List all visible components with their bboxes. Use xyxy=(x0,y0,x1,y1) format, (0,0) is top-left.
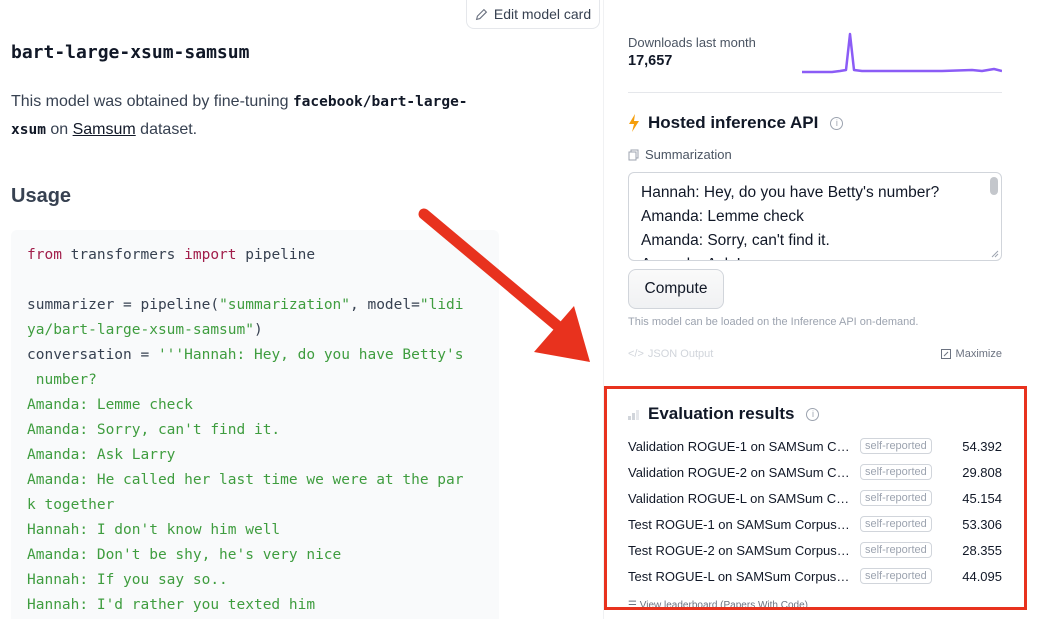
code-text: summarizer = pipeline( xyxy=(27,297,220,313)
model-card-title: bart-large-xsum-samsum xyxy=(11,42,250,63)
edit-model-card-button[interactable]: Edit model card xyxy=(466,0,600,29)
compute-button[interactable]: Compute xyxy=(628,269,724,309)
desc-prefix: This model was obtained by fine-tuning xyxy=(11,93,293,110)
task-name: Summarization xyxy=(645,147,732,162)
code-string: Hannah: I'd rather you texted him xyxy=(27,597,316,613)
code-string: "summarization" xyxy=(219,297,351,313)
inference-api-header: Hosted inference API i xyxy=(628,113,844,133)
input-line: Hannah: Hey, do you have Betty's number? xyxy=(641,184,940,201)
textarea-scrollbar[interactable] xyxy=(990,177,998,195)
task-label: Summarization xyxy=(628,147,732,162)
code-string: Amanda: Ask Larry xyxy=(27,447,176,463)
code-text: conversation = xyxy=(27,347,158,363)
code-string: Amanda: Sorry, can't find it. xyxy=(27,422,281,438)
input-line: Amanda: Sorry, can't find it. xyxy=(641,232,830,249)
code-keyword: from xyxy=(27,247,62,263)
code-string: Amanda: He called her last time we were … xyxy=(27,472,464,488)
code-keyword: import xyxy=(184,247,237,263)
downloads-value: 17,657 xyxy=(628,53,673,69)
code-string: k together xyxy=(27,497,115,513)
inference-note: This model can be loaded on the Inferenc… xyxy=(628,316,919,328)
edit-model-card-label: Edit model card xyxy=(493,6,592,22)
info-icon[interactable]: i xyxy=(830,116,844,130)
usage-heading: Usage xyxy=(11,185,72,207)
samsum-dataset-link[interactable]: Samsum xyxy=(73,121,136,138)
lightning-icon xyxy=(629,114,639,132)
code-text: pipeline xyxy=(236,247,316,263)
code-string: ya/bart-large-xsum-samsum" xyxy=(27,322,254,338)
copy-icon xyxy=(628,149,639,160)
desc-suffix: dataset. xyxy=(135,121,198,138)
code-string: Amanda: Lemme check xyxy=(27,397,193,413)
downloads-label: Downloads last month xyxy=(628,35,756,50)
downloads-sparkline xyxy=(802,32,1002,74)
code-text: transformers xyxy=(61,247,185,263)
code-string: number? xyxy=(27,372,97,388)
section-divider xyxy=(628,92,1002,93)
input-line: Amanda: Lemme check xyxy=(641,208,804,225)
resize-handle-icon[interactable] xyxy=(991,250,999,258)
red-arrow-annotation xyxy=(418,208,590,362)
json-output-toggle[interactable]: </> JSON Output xyxy=(628,348,713,360)
code-string: Amanda: Don't be shy, he's very nice xyxy=(27,547,342,563)
inference-input-textarea[interactable]: Hannah: Hey, do you have Betty's number?… xyxy=(628,172,1002,261)
code-string: Hannah: I don't know him well xyxy=(27,522,281,538)
model-description: This model was obtained by fine-tuning f… xyxy=(11,88,491,144)
code-string: Hannah: If you say so.. xyxy=(27,572,228,588)
evaluation-highlight-box xyxy=(604,386,1027,610)
desc-mid: on xyxy=(45,121,73,138)
code-brackets-icon: </> xyxy=(628,348,644,360)
code-text: ) xyxy=(253,322,263,338)
maximize-icon xyxy=(940,349,951,359)
pencil-icon xyxy=(475,8,488,20)
json-output-label: JSON Output xyxy=(647,348,714,360)
maximize-button[interactable]: Maximize xyxy=(940,348,1002,360)
input-line: Amanda: Ask Larry xyxy=(641,253,989,260)
inference-api-title: Hosted inference API xyxy=(648,113,819,132)
maximize-label: Maximize xyxy=(955,348,1002,360)
